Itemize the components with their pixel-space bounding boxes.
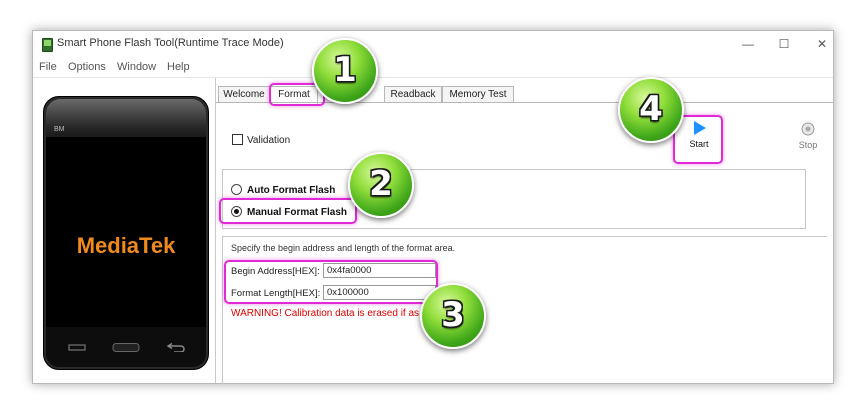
close-button[interactable]: ✕	[813, 35, 831, 53]
tab-readback[interactable]: Readback	[384, 86, 442, 103]
title-bar[interactable]: Smart Phone Flash Tool(Runtime Trace Mod…	[33, 31, 833, 57]
stop-icon	[801, 122, 815, 136]
step-badge-2: 2	[348, 152, 414, 218]
radio-auto[interactable]	[231, 184, 242, 195]
menu-file[interactable]: File	[39, 61, 57, 73]
back-icon	[166, 343, 185, 352]
menu-icon	[68, 344, 86, 351]
phone-screen: MediaTek	[46, 137, 206, 327]
validation-checkbox[interactable]: Validation	[232, 134, 290, 146]
maximize-button[interactable]: ☐	[775, 35, 793, 53]
stop-button[interactable]: Stop	[788, 122, 828, 150]
menu-window[interactable]: Window	[117, 61, 156, 73]
step-badge-3: 3	[420, 283, 486, 349]
window-title: Smart Phone Flash Tool(Runtime Trace Mod…	[57, 37, 284, 49]
phone-brand-logo: MediaTek	[76, 233, 176, 258]
menu-bar: File Options Window Help	[33, 57, 833, 78]
phone-top-bezel	[46, 99, 206, 137]
warning-text: WARNING! Calibration data is erased if a…	[231, 308, 431, 319]
tab-welcome[interactable]: Welcome	[218, 86, 270, 103]
phone-small-text: BM	[54, 126, 65, 133]
stop-label: Stop	[798, 140, 818, 150]
highlight-manual-format	[219, 198, 357, 224]
phone-panel: BM MediaTek	[33, 78, 216, 383]
checkbox-box[interactable]	[232, 134, 243, 145]
app-icon	[42, 38, 53, 52]
minimize-button[interactable]: —	[739, 35, 757, 53]
auto-format-label: Auto Format Flash	[247, 185, 336, 196]
tab-memory-test[interactable]: Memory Test	[442, 86, 514, 103]
phone-image: BM MediaTek	[43, 96, 209, 370]
menu-help[interactable]: Help	[167, 61, 190, 73]
highlight-address-fields	[224, 260, 438, 304]
auto-format-radio[interactable]: Auto Format Flash	[231, 184, 335, 196]
step-badge-1: 1	[312, 38, 378, 104]
format-area-hint: Specify the begin address and length of …	[231, 243, 456, 253]
validation-label: Validation	[247, 135, 291, 146]
step-badge-4: 4	[618, 77, 684, 143]
home-icon	[112, 343, 140, 352]
menu-options[interactable]: Options	[68, 61, 106, 73]
tabs-area: Welcome Format Readback Memory Test Vali…	[216, 86, 833, 384]
format-area-group: Specify the begin address and length of …	[222, 236, 827, 384]
